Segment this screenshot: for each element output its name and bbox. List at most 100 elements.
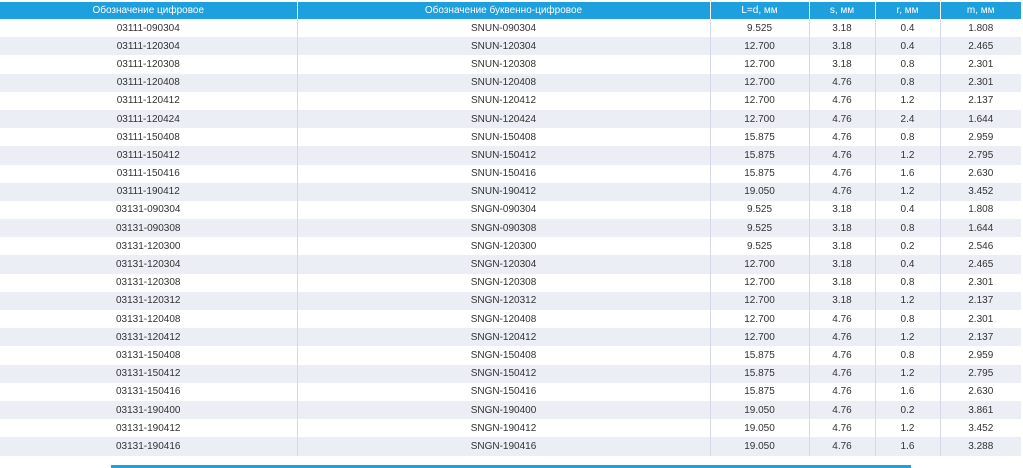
- table-row: 03111-150416 SNUN-150416 15.875 4.76 1.6 2.63…: [0, 164, 1021, 183]
- cell-radius-mm: 1.2: [875, 328, 941, 347]
- cell-radius-mm: 1.2: [875, 146, 941, 165]
- cell-mass-mm: 2.546: [940, 237, 1021, 256]
- table-row: 03111-150408 SNUN-150408 15.875 4.76 0.8 2.95…: [0, 128, 1021, 147]
- cell-radius-mm: 0.8: [875, 310, 941, 329]
- cell-digital-code: 03111-120408: [0, 73, 298, 92]
- cell-length-mm: 12.700: [710, 255, 810, 274]
- cell-alphanumeric-code: SNUN-150412: [297, 146, 711, 165]
- cell-radius-mm: 1.6: [875, 382, 941, 401]
- cell-thickness-mm: 4.76: [809, 182, 876, 201]
- table-body: 03111-090304 SNUN-090304 9.525 3.18 0.4 1.808…: [0, 19, 1021, 456]
- cell-radius-mm: 0.8: [875, 346, 941, 365]
- cell-alphanumeric-code: SNUN-150408: [297, 128, 711, 147]
- cell-digital-code: 03131-190416: [0, 437, 298, 456]
- table-row: 03111-150412 SNUN-150412 15.875 4.76 1.2 2.79…: [0, 146, 1021, 165]
- cell-mass-mm: 2.137: [940, 328, 1021, 347]
- cell-digital-code: 03111-120308: [0, 55, 298, 74]
- cell-length-mm: 15.875: [710, 164, 810, 183]
- table-row: 03131-090304 SNGN-090304 9.525 3.18 0.4 1.808: [0, 200, 1021, 220]
- cell-digital-code: 03111-120412: [0, 91, 298, 110]
- cell-mass-mm: 2.301: [940, 73, 1021, 92]
- cell-mass-mm: 1.644: [940, 109, 1021, 129]
- cell-alphanumeric-code: SNGN-120408: [297, 310, 711, 329]
- cell-alphanumeric-code: SNUN-120408: [297, 73, 711, 92]
- cell-alphanumeric-code: SNGN-150416: [297, 382, 711, 401]
- cell-thickness-mm: 4.76: [809, 400, 876, 420]
- cell-thickness-mm: 4.76: [809, 310, 876, 329]
- cell-thickness-mm: 4.76: [809, 437, 876, 456]
- cell-thickness-mm: 3.18: [809, 19, 876, 38]
- cell-radius-mm: 0.8: [875, 128, 941, 147]
- cell-radius-mm: 1.2: [875, 419, 941, 438]
- cell-mass-mm: 2.630: [940, 164, 1021, 183]
- column-header-thickness-mm[interactable]: s, мм: [809, 2, 876, 19]
- table-row: 03111-190412 SNUN-190412 19.050 4.76 1.2 3.45…: [0, 182, 1021, 201]
- cell-thickness-mm: 3.18: [809, 55, 876, 74]
- cell-length-mm: 12.700: [710, 73, 810, 92]
- cell-radius-mm: 0.2: [875, 237, 941, 256]
- table-row: 03131-120312 SNGN-120312 12.700 3.18 1.2 2.13…: [0, 291, 1021, 310]
- cell-length-mm: 12.700: [710, 37, 810, 56]
- cell-length-mm: 12.700: [710, 273, 810, 292]
- cell-length-mm: 12.700: [710, 310, 810, 329]
- cell-radius-mm: 0.4: [875, 200, 941, 220]
- cell-mass-mm: 2.137: [940, 291, 1021, 310]
- cell-digital-code: 03111-150408: [0, 128, 298, 147]
- page: Обозначение цифровое Обозначение буквенно…: [0, 0, 1023, 468]
- cell-radius-mm: 1.6: [875, 437, 941, 456]
- cell-radius-mm: 0.4: [875, 19, 941, 38]
- table-row: 03111-120304 SNUN-120304 12.700 3.18 0.4 2.46…: [0, 37, 1021, 56]
- cell-thickness-mm: 4.76: [809, 364, 876, 383]
- column-header-digital-code[interactable]: Обозначение цифровое: [0, 2, 298, 19]
- cell-length-mm: 12.700: [710, 91, 810, 110]
- cell-radius-mm: 1.2: [875, 91, 941, 110]
- table-row: 03131-150408 SNGN-150408 15.875 4.76 0.8 2.95…: [0, 346, 1021, 365]
- cell-mass-mm: 2.465: [940, 37, 1021, 56]
- cell-thickness-mm: 4.76: [809, 109, 876, 129]
- cell-digital-code: 03131-190400: [0, 400, 298, 420]
- cell-digital-code: 03131-150412: [0, 364, 298, 383]
- table-row: 03111-120412 SNUN-120412 12.700 4.76 1.2 2.13…: [0, 91, 1021, 110]
- cell-digital-code: 03131-120408: [0, 310, 298, 329]
- table-row: 03131-120412 SNGN-120412 12.700 4.76 1.2 2.13…: [0, 328, 1021, 347]
- table-row: 03111-120408 SNUN-120408 12.700 4.76 0.8 2.30…: [0, 73, 1021, 92]
- cell-thickness-mm: 4.76: [809, 346, 876, 365]
- column-header-alphanumeric-code[interactable]: Обозначение буквенно-цифровое: [297, 2, 711, 19]
- cell-digital-code: 03131-150408: [0, 346, 298, 365]
- cell-digital-code: 03111-150412: [0, 146, 298, 165]
- table-row: 03131-190416 SNGN-190416 19.050 4.76 1.6 3.28…: [0, 437, 1021, 456]
- table-row: 03131-190400 SNGN-190400 19.050 4.76 0.2 3.86…: [0, 400, 1021, 420]
- cell-radius-mm: 1.6: [875, 164, 941, 183]
- cell-mass-mm: 2.301: [940, 310, 1021, 329]
- cell-mass-mm: 1.808: [940, 19, 1021, 38]
- cell-alphanumeric-code: SNUN-150416: [297, 164, 711, 183]
- cell-length-mm: 19.050: [710, 419, 810, 438]
- cell-thickness-mm: 3.18: [809, 200, 876, 220]
- header-row: Обозначение цифровое Обозначение буквенно…: [0, 2, 1021, 19]
- cell-thickness-mm: 4.76: [809, 91, 876, 110]
- cell-thickness-mm: 4.76: [809, 382, 876, 401]
- cell-length-mm: 9.525: [710, 19, 810, 38]
- cell-mass-mm: 2.795: [940, 146, 1021, 165]
- cell-digital-code: 03131-120412: [0, 328, 298, 347]
- cell-alphanumeric-code: SNUN-120304: [297, 37, 711, 56]
- insert-spec-table: Обозначение цифровое Обозначение буквенно…: [0, 2, 1021, 456]
- column-header-mass-mm[interactable]: m, мм: [940, 2, 1021, 19]
- table-row: 03131-090308 SNGN-090308 9.525 3.18 0.8 1.644: [0, 219, 1021, 238]
- cell-digital-code: 03111-190412: [0, 182, 298, 201]
- cell-mass-mm: 2.465: [940, 255, 1021, 274]
- cell-alphanumeric-code: SNGN-120300: [297, 237, 711, 256]
- cell-mass-mm: 1.644: [940, 219, 1021, 238]
- cell-thickness-mm: 4.76: [809, 128, 876, 147]
- cell-radius-mm: 0.4: [875, 37, 941, 56]
- cell-mass-mm: 2.301: [940, 273, 1021, 292]
- column-header-radius-mm[interactable]: r, мм: [875, 2, 941, 19]
- cell-thickness-mm: 3.18: [809, 291, 876, 310]
- cell-length-mm: 15.875: [710, 382, 810, 401]
- cell-digital-code: 03111-120424: [0, 109, 298, 129]
- cell-digital-code: 03131-090308: [0, 219, 298, 238]
- table-row: 03131-120408 SNGN-120408 12.700 4.76 0.8 2.30…: [0, 310, 1021, 329]
- cell-thickness-mm: 4.76: [809, 328, 876, 347]
- column-header-length-mm[interactable]: L=d, мм: [710, 2, 810, 19]
- cell-digital-code: 03131-190412: [0, 419, 298, 438]
